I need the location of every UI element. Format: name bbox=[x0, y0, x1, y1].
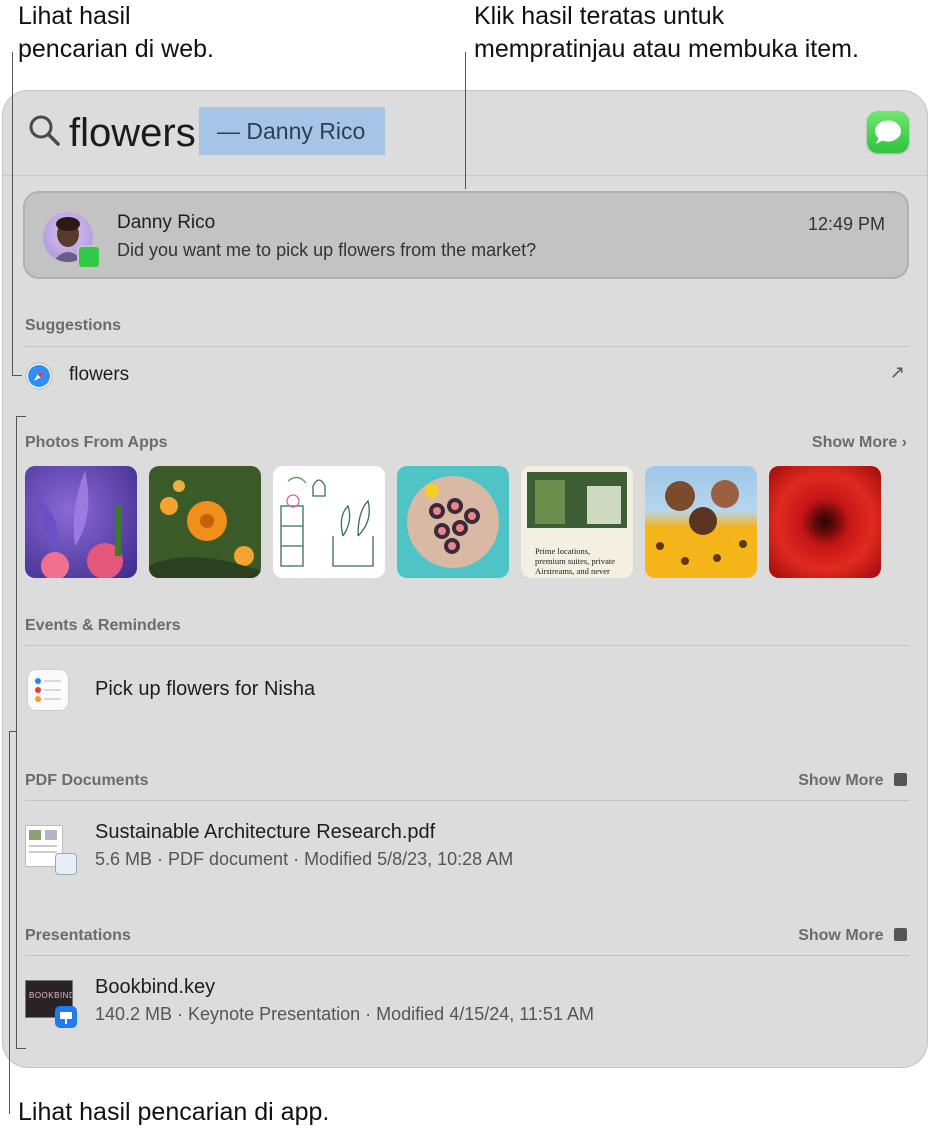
callout-web-leader bbox=[12, 52, 13, 375]
photo-thumb-magazine[interactable]: Prime locations, premium suites, private… bbox=[521, 466, 633, 578]
reminder-label: Pick up flowers for Nisha bbox=[95, 678, 316, 700]
reminders-app-icon bbox=[27, 669, 69, 711]
callout-apps-bracket-bottom bbox=[16, 1048, 26, 1049]
pdf-show-more[interactable]: Show More bbox=[798, 772, 907, 790]
callout-tophit-line1: Klik hasil teratas untuk bbox=[474, 2, 725, 30]
reminder-item[interactable]: Pick up flowers for Nisha bbox=[3, 663, 927, 719]
top-hit-message: Did you want me to pick up flowers from … bbox=[117, 240, 537, 260]
pdf-document-icon bbox=[25, 825, 77, 875]
callout-web-line2: pencarian di web. bbox=[18, 35, 214, 63]
callout-apps-bracket-mid bbox=[9, 731, 17, 732]
photo-thumb-sushi[interactable] bbox=[397, 466, 509, 578]
speech-bubble-icon bbox=[875, 120, 901, 144]
keynote-file-name: Bookbind.key bbox=[95, 976, 216, 998]
photo-thumb-orange-flowers[interactable] bbox=[149, 466, 261, 578]
search-icon bbox=[29, 115, 60, 146]
pdf-show-more-label: Show More bbox=[798, 772, 884, 789]
photos-title: Photos From Apps bbox=[25, 434, 168, 451]
safari-icon bbox=[25, 362, 53, 390]
search-query[interactable]: flowers bbox=[69, 109, 196, 157]
callout-apps: Lihat hasil pencarian di app. bbox=[18, 1098, 330, 1126]
keynote-result-item[interactable]: BOOKBIND Bookbind.key 140.2 MB · Keynote… bbox=[3, 968, 927, 1038]
search-suggestion-highlight: — Danny Rico bbox=[199, 107, 385, 155]
open-external-icon: ↗ bbox=[889, 362, 905, 382]
events-title: Events & Reminders bbox=[25, 617, 181, 634]
callout-web-leader-tick bbox=[12, 375, 22, 376]
top-hit-time: 12:49 PM bbox=[807, 214, 885, 234]
keynote-badge-icon bbox=[55, 1006, 77, 1028]
spotlight-panel: flowers — Danny Rico Danny Rico Did you … bbox=[2, 90, 928, 1068]
divider bbox=[25, 800, 909, 801]
photo-thumb-friends-sunflowers[interactable] bbox=[645, 466, 757, 578]
photo-thumb-plant-sketch[interactable] bbox=[273, 466, 385, 578]
pdf-result-item[interactable]: Sustainable Architecture Research.pdf 5.… bbox=[3, 813, 927, 883]
callout-apps-leader bbox=[9, 731, 10, 1114]
keynote-file-meta: 140.2 MB · Keynote Presentation · Modifi… bbox=[95, 1004, 594, 1024]
presentations-title: Presentations bbox=[25, 927, 131, 944]
suggestion-label: flowers bbox=[69, 364, 130, 385]
divider bbox=[25, 346, 909, 347]
callout-web-line1: Lihat hasil bbox=[18, 2, 131, 30]
top-hit-name: Danny Rico bbox=[117, 212, 216, 233]
divider bbox=[25, 645, 909, 646]
pdf-file-name: Sustainable Architecture Research.pdf bbox=[95, 821, 436, 843]
callout-tophit-leader bbox=[465, 52, 466, 189]
pdf-title: PDF Documents bbox=[25, 772, 149, 789]
photo-thumb-iris[interactable] bbox=[25, 466, 137, 578]
keynote-file-icon: BOOKBIND bbox=[25, 980, 79, 1032]
presentations-show-more-label: Show More bbox=[798, 927, 884, 944]
messages-app-icon[interactable] bbox=[867, 111, 909, 153]
keynote-thumb-text: BOOKBIND bbox=[29, 991, 73, 1000]
suggestions-title: Suggestions bbox=[25, 317, 122, 334]
suggestion-item-flowers[interactable]: flowers ↗ bbox=[3, 353, 927, 397]
callout-apps-bracket-top bbox=[16, 416, 26, 417]
callout-tophit-line2: mempratinjau atau membuka item. bbox=[474, 35, 859, 63]
magazine-caption: Prime locations, premium suites, private… bbox=[535, 546, 616, 576]
open-external-icon bbox=[894, 773, 907, 786]
divider bbox=[25, 955, 909, 956]
presentations-show-more[interactable]: Show More bbox=[798, 927, 907, 945]
top-hit-result[interactable]: Danny Rico Did you want me to pick up fl… bbox=[23, 191, 909, 279]
callout-apps-bracket bbox=[16, 416, 17, 1048]
messages-badge-icon bbox=[77, 245, 101, 269]
pdf-file-meta: 5.6 MB · PDF document · Modified 5/8/23,… bbox=[95, 849, 514, 869]
photo-thumb-red-gerbera[interactable] bbox=[769, 466, 881, 578]
photos-show-more[interactable]: Show More › bbox=[812, 434, 907, 452]
open-external-icon bbox=[894, 928, 907, 941]
